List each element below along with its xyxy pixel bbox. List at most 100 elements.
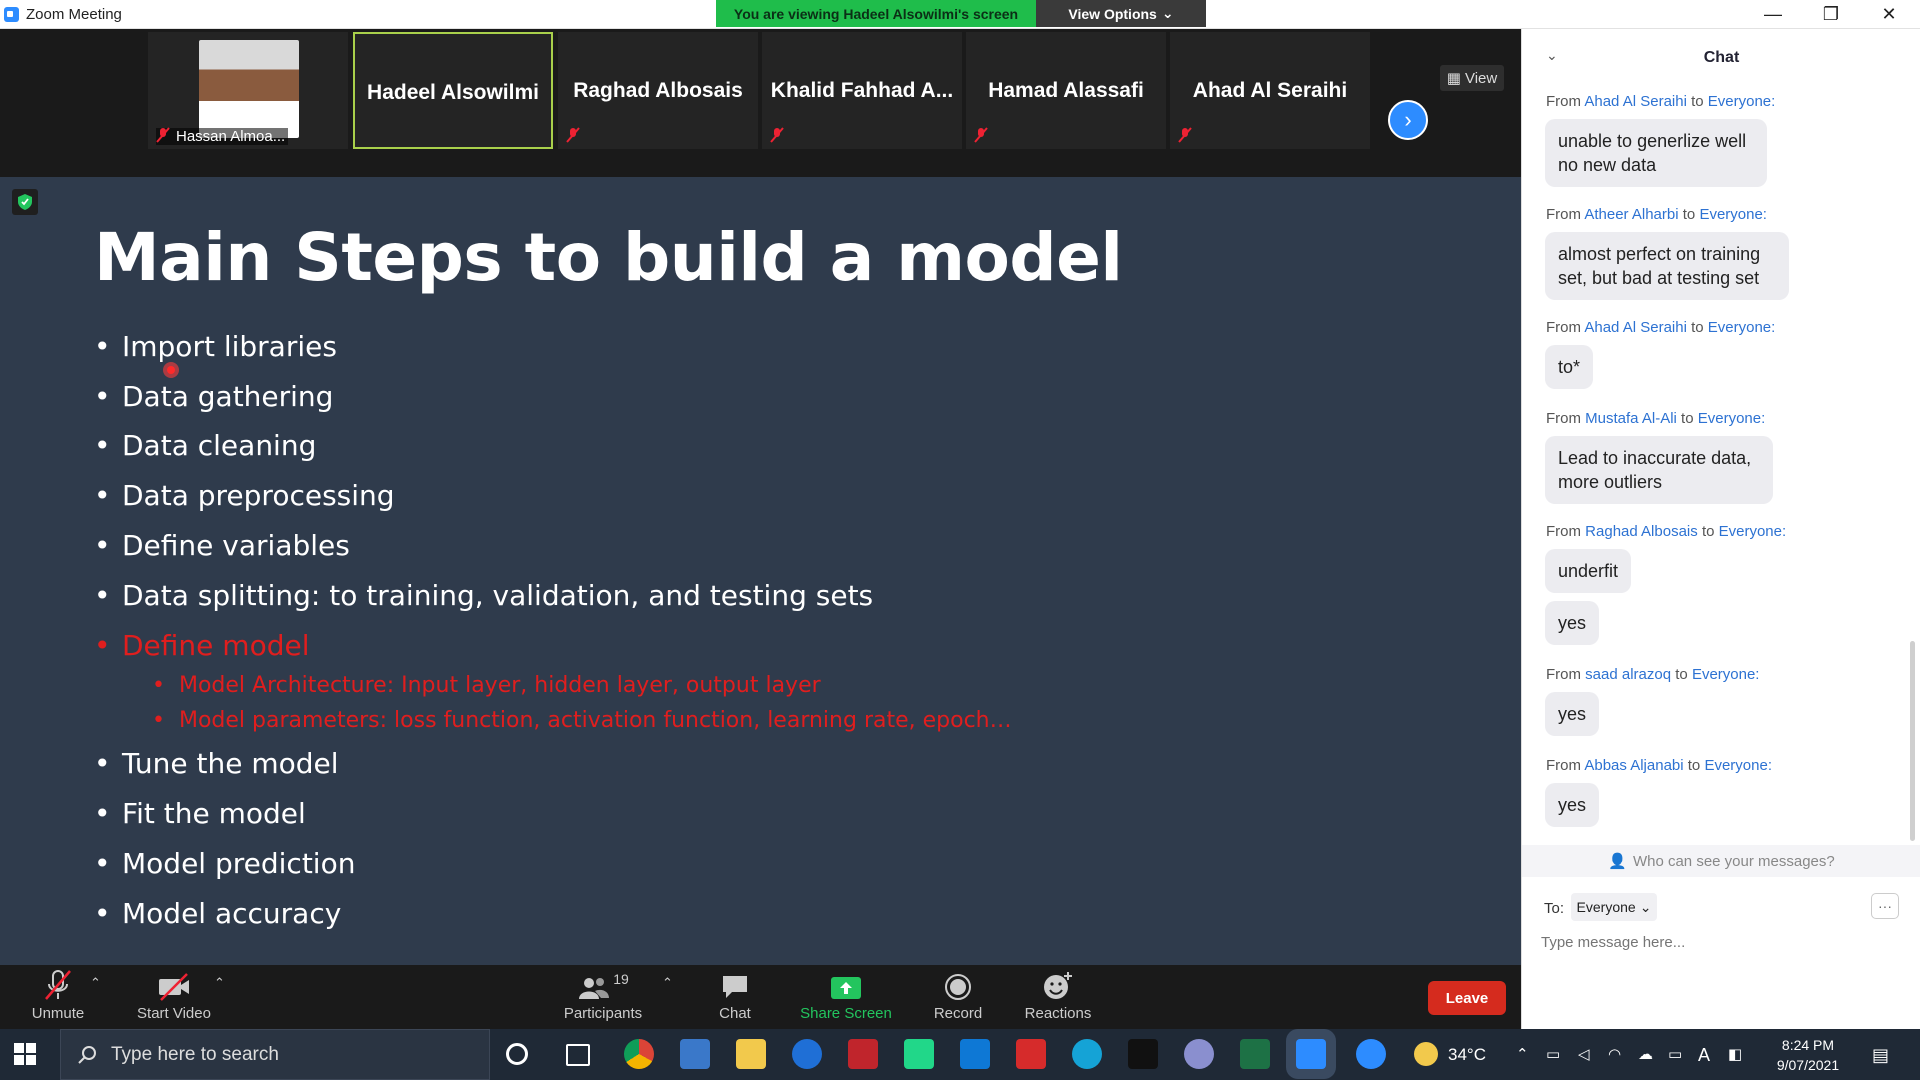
file-explorer-icon[interactable] xyxy=(736,1039,766,1069)
participant-thumbnail[interactable]: Khalid Fahhad A... xyxy=(762,32,962,149)
sender-name[interactable]: Raghad Albosais xyxy=(1585,523,1698,540)
window-title: Zoom Meeting xyxy=(26,6,122,23)
sender-name[interactable]: Abbas Aljanabi xyxy=(1584,757,1683,774)
chat-message-bubble: yes xyxy=(1545,783,1600,827)
participant-thumbnail-active-speaker[interactable]: Hadeel Alsowilmi xyxy=(353,32,553,149)
bluetooth-icon[interactable] xyxy=(792,1039,822,1069)
record-label: Record xyxy=(933,1005,983,1022)
chat-title: Chat xyxy=(1703,49,1740,66)
shield-icon[interactable] xyxy=(12,189,38,215)
app-icon[interactable] xyxy=(1184,1039,1214,1069)
chat-message-bubble: almost perfect on training set, but bad … xyxy=(1545,232,1789,300)
participant-thumbnail[interactable]: Hassan Almoa... xyxy=(148,32,348,149)
participant-thumbnail[interactable]: Hamad Alassafi xyxy=(966,32,1166,149)
chat-message-input[interactable] xyxy=(1541,927,1901,957)
participant-name: Ahad Al Seraihi xyxy=(1192,79,1348,102)
muted-mic-icon xyxy=(156,127,170,143)
leave-meeting-button[interactable]: Leave xyxy=(1428,981,1506,1015)
wifi-icon[interactable]: ◠ xyxy=(1608,1045,1621,1063)
audio-options-caret-icon[interactable]: ⌃ xyxy=(90,975,101,991)
muted-mic-icon xyxy=(770,127,784,143)
excel-icon[interactable] xyxy=(1240,1039,1270,1069)
start-video-button[interactable]: Start Video xyxy=(130,965,218,1029)
slide-sub-bullet: • Model Architecture: Input layer, hidden… xyxy=(152,673,821,698)
onedrive-icon[interactable]: ☁ xyxy=(1638,1045,1653,1063)
participants-button[interactable]: 19 Participants xyxy=(556,965,650,1029)
participants-caret-icon[interactable]: ⌃ xyxy=(662,975,673,991)
muted-mic-icon xyxy=(974,127,988,143)
chat-scrollbar[interactable] xyxy=(1910,641,1915,841)
reactions-button[interactable]: Reactions xyxy=(1016,965,1100,1029)
app-icon[interactable] xyxy=(680,1039,710,1069)
close-window-button[interactable]: ✕ xyxy=(1860,0,1918,29)
chrome-icon[interactable] xyxy=(624,1039,654,1069)
recipient-select[interactable]: Everyone ⌄ xyxy=(1571,893,1657,921)
taskbar-clock[interactable]: 8:24 PM 9/07/2021 xyxy=(1758,1035,1858,1075)
clock-time: 8:24 PM xyxy=(1781,1037,1835,1053)
share-screen-button[interactable]: Share Screen xyxy=(796,965,896,1029)
battery-icon[interactable]: ▭ xyxy=(1668,1045,1682,1063)
participant-thumbnail[interactable]: Raghad Albosais xyxy=(558,32,758,149)
network-icon[interactable]: ▭ xyxy=(1546,1045,1560,1063)
weather-icon[interactable] xyxy=(1414,1042,1438,1066)
slide-bullet: • Model accuracy xyxy=(94,897,342,930)
participants-icon xyxy=(579,978,610,999)
slide-bullet: • Data cleaning xyxy=(94,429,317,462)
share-screen-icon xyxy=(831,977,861,999)
notifications-icon[interactable]: ▤ xyxy=(1872,1045,1889,1066)
video-options-caret-icon[interactable]: ⌃ xyxy=(214,975,225,991)
restore-button[interactable]: ❐ xyxy=(1802,0,1860,29)
record-button[interactable]: Record xyxy=(922,965,994,1029)
muted-mic-icon xyxy=(566,127,580,143)
app-icon[interactable] xyxy=(1016,1039,1046,1069)
app-icon[interactable] xyxy=(1128,1039,1158,1069)
reactions-label: Reactions xyxy=(1024,1005,1092,1022)
app-icon[interactable] xyxy=(1072,1039,1102,1069)
zoom-taskbar-icon[interactable] xyxy=(1296,1039,1326,1069)
sender-name[interactable]: saad alrazoq xyxy=(1585,666,1671,683)
chat-button[interactable]: Chat xyxy=(706,965,764,1029)
next-page-arrow-icon[interactable]: › xyxy=(1388,100,1428,140)
recipient-value: Everyone xyxy=(1576,899,1636,915)
shared-screen-slide: Main Steps to build a model • Import libr… xyxy=(0,177,1521,994)
chat-message-bubble: yes xyxy=(1545,601,1600,645)
task-view-icon[interactable] xyxy=(566,1044,590,1066)
view-label: View xyxy=(1464,69,1498,87)
participant-name: Raghad Albosais xyxy=(573,79,743,102)
laser-pointer-dot xyxy=(163,362,179,378)
volume-icon[interactable]: ◁ xyxy=(1578,1045,1590,1063)
slide-bullet: • Data preprocessing xyxy=(94,479,395,512)
sender-name[interactable]: Ahad Al Seraihi xyxy=(1584,319,1687,336)
search-icon xyxy=(78,1045,96,1064)
participant-photo xyxy=(199,40,299,138)
chat-panel: ⌄ Chat From Ahad Al Seraihi to Everyone:… xyxy=(1521,29,1920,1029)
weather-temperature[interactable]: 34°C xyxy=(1448,1045,1486,1065)
view-layout-button[interactable]: ▦ View xyxy=(1440,65,1504,91)
app-tray-icon[interactable]: ◧ xyxy=(1728,1045,1742,1063)
help-icon[interactable] xyxy=(1356,1039,1386,1069)
minimize-button[interactable]: — xyxy=(1744,0,1802,29)
sender-name[interactable]: Atheer Alharbi xyxy=(1584,206,1678,223)
taskbar-search-box[interactable]: Type here to search xyxy=(60,1029,490,1080)
who-can-see-messages-link[interactable]: 👤 Who can see your messages? xyxy=(1522,845,1920,877)
vscode-icon[interactable] xyxy=(960,1039,990,1069)
windows-start-icon[interactable] xyxy=(14,1043,36,1065)
participant-thumbnail[interactable]: Ahad Al Seraihi xyxy=(1170,32,1370,149)
chat-more-options-button[interactable]: ··· xyxy=(1871,893,1899,919)
unmute-label: Unmute xyxy=(31,1005,85,1022)
sender-name[interactable]: Mustafa Al-Ali xyxy=(1585,410,1677,427)
app-icon[interactable] xyxy=(848,1039,878,1069)
chat-message-header: From Raghad Albosais to Everyone: xyxy=(1546,523,1787,540)
view-options-button[interactable]: View Options ⌄ xyxy=(1036,0,1206,27)
grid-icon: ▦ xyxy=(1446,70,1461,87)
chevron-down-icon: ⌄ xyxy=(1161,5,1174,21)
clock-date: 9/07/2021 xyxy=(1776,1057,1840,1073)
unmute-button[interactable]: Unmute xyxy=(20,965,96,1029)
chevron-up-icon[interactable]: ⌃ xyxy=(1516,1045,1529,1063)
sender-name[interactable]: Ahad Al Seraihi xyxy=(1584,93,1687,110)
chat-message-bubble: to* xyxy=(1545,345,1594,389)
video-off-icon xyxy=(159,973,189,1001)
cortana-icon[interactable] xyxy=(506,1043,528,1065)
pycharm-icon[interactable] xyxy=(904,1039,934,1069)
input-language-icon[interactable]: A xyxy=(1698,1045,1710,1066)
